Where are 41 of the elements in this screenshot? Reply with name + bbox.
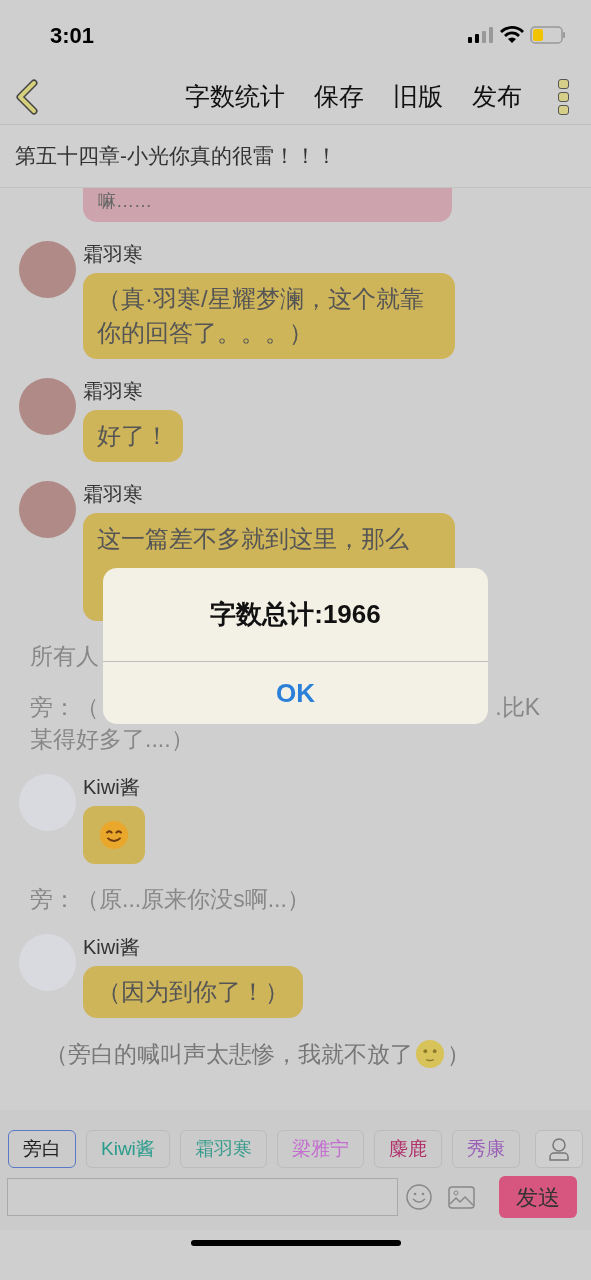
narration-text: 旁：（原...原来你没s啊...）	[30, 885, 310, 914]
speaker-name: 霜羽寒	[83, 242, 143, 267]
toolbar-action[interactable]: 保存	[314, 78, 364, 116]
send-button[interactable]: 发送	[499, 1176, 577, 1218]
toolbar-action[interactable]: 字数统计	[185, 78, 285, 116]
narration-text: （旁白的喊叫声太悲惨，我就不放了	[45, 1040, 413, 1069]
narration-text: 某得好多了....）	[30, 725, 194, 754]
speaker-chip[interactable]: 秀康	[451, 1130, 520, 1168]
chat-bubble: 嘛……	[83, 188, 452, 222]
wifi-icon	[500, 26, 524, 44]
person-icon	[548, 1137, 570, 1161]
smiling-face-icon	[99, 820, 129, 850]
chat-bubble: 好了！	[83, 410, 183, 462]
signal-icon	[468, 27, 494, 43]
battery-icon	[530, 26, 566, 44]
narration-text: 所有人	[30, 642, 99, 671]
message-input[interactable]	[7, 1178, 398, 1216]
moon-face-icon	[415, 1039, 445, 1069]
status-time: 3:01	[50, 21, 95, 50]
speaker-chip[interactable]: 旁白	[8, 1130, 76, 1168]
chat-bubble: （真·羽寒/星耀梦澜，这个就靠你的回答了。。。）	[83, 273, 455, 359]
user-button[interactable]	[535, 1130, 583, 1168]
speaker-chip[interactable]: 霜羽寒	[179, 1130, 267, 1168]
narration-text: .比K	[495, 693, 540, 722]
chapter-title: 第五十四章-小光你真的很雷！！！	[15, 143, 337, 170]
image-button[interactable]	[448, 1185, 475, 1209]
speaker-name: 霜羽寒	[83, 379, 143, 404]
toolbar-action[interactable]: 发布	[472, 78, 522, 116]
speaker-chip[interactable]: Kiwi酱	[86, 1130, 170, 1168]
speaker-chip[interactable]: 麋鹿	[373, 1130, 442, 1168]
toolbar-action[interactable]: 旧版	[393, 78, 443, 116]
narration-text: ）	[447, 1040, 470, 1069]
narration-text: 旁：（	[30, 693, 99, 722]
speaker-name: 霜羽寒	[83, 482, 143, 507]
chat-bubble: （因为到你了！）	[83, 966, 303, 1018]
emoji-button[interactable]	[406, 1184, 432, 1210]
more-button[interactable]	[558, 79, 569, 115]
ok-button[interactable]: OK	[103, 662, 488, 724]
speaker-chip[interactable]: 梁雅宁	[276, 1130, 364, 1168]
speaker-name: Kiwi酱	[83, 935, 140, 960]
speaker-name: Kiwi酱	[83, 775, 140, 800]
